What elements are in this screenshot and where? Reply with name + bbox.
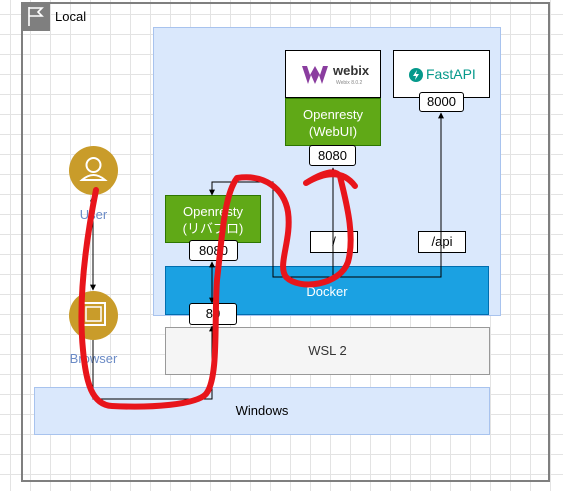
connectors-overlay <box>78 112 444 410</box>
browser-port80-connector <box>92 325 215 400</box>
proxy-api-connector <box>273 112 444 278</box>
annotation-red-stroke <box>78 169 358 410</box>
